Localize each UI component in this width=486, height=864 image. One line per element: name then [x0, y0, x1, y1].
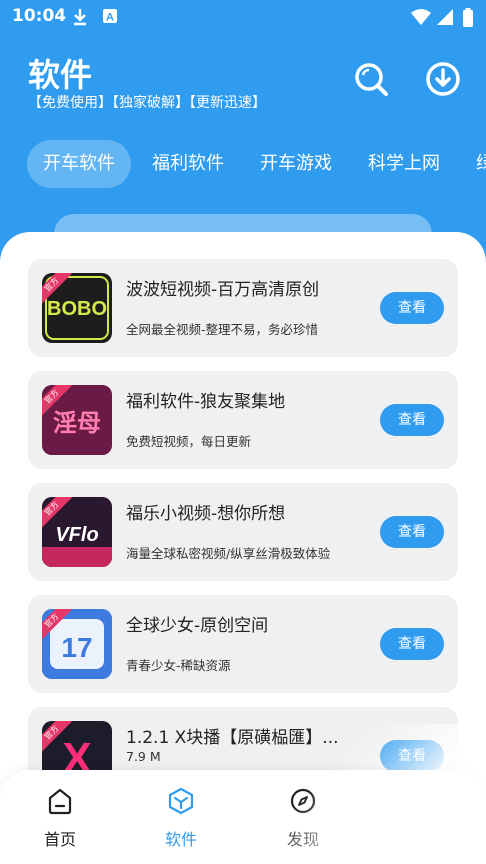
tab-driving-games[interactable]: 开车游戏: [260, 140, 332, 188]
view-button[interactable]: 查看: [380, 628, 444, 660]
tab-vpn[interactable]: 科学上网: [368, 140, 440, 188]
nav-software-label: 软件: [164, 830, 197, 849]
battery-icon: [462, 8, 474, 32]
search-button[interactable]: [352, 60, 390, 98]
tab-driving-apps[interactable]: 开车软件: [27, 140, 131, 188]
svg-text:BOBO: BOBO: [47, 298, 107, 320]
view-button[interactable]: 查看: [380, 404, 444, 436]
tab-welfare-apps[interactable]: 福利软件: [152, 140, 224, 188]
nav-discover-label: 发现: [286, 830, 319, 849]
header: 10:04 A 软件 【免费使用】【独家破解】【更新迅速】 开车软件 福利软件 …: [0, 0, 486, 254]
view-button[interactable]: 查看: [380, 292, 444, 324]
download-icon: [72, 8, 88, 30]
nav-software[interactable]: 软件: [146, 786, 216, 850]
list-item[interactable]: BOBO 官方 波波短视频-百万高清原创 全网最全视频-整理不易，务必珍惜 查看: [28, 259, 458, 357]
page-subtitle: 【免费使用】【独家破解】【更新迅速】: [28, 95, 266, 111]
page-title: 软件: [28, 56, 93, 94]
svg-text:VFlo: VFlo: [55, 524, 98, 546]
list-item[interactable]: VFlo 官方 福乐小视频-想你所想 海量全球私密视频/纵享丝滑极致体验 查看: [28, 483, 458, 581]
signal-icon: [436, 8, 454, 30]
app-name: 福利软件-狼友聚集地: [126, 392, 286, 412]
nav-home-label: 首页: [43, 830, 76, 849]
view-button[interactable]: 查看: [380, 740, 444, 772]
svg-text:A: A: [106, 12, 114, 24]
app-name: 波波短视频-百万高清原创: [126, 280, 320, 300]
compass-icon: [290, 788, 316, 814]
app-description: 海量全球私密视频/纵享丝滑极致体验: [126, 546, 331, 561]
status-bar: 10:04 A: [0, 0, 486, 34]
category-tabs: 开车软件 福利软件 开车游戏 科学上网 绿: [0, 140, 486, 188]
app-size: 7.9 M: [126, 749, 161, 764]
list-item[interactable]: 17 官方 全球少女-原创空间 青春少女-稀缺资源 查看: [28, 595, 458, 693]
view-button[interactable]: 查看: [380, 516, 444, 548]
home-icon: [48, 788, 72, 815]
app-thumbnail: VFlo 官方: [42, 497, 112, 567]
status-time: 10:04: [12, 6, 67, 26]
app-description: 免费短视频，每日更新: [126, 434, 252, 449]
bottom-nav: 首页 软件 发现: [0, 770, 486, 864]
wifi-icon: [410, 8, 432, 30]
list-item[interactable]: 淫母 官方 福利软件-狼友聚集地 免费短视频，每日更新 查看: [28, 371, 458, 469]
download-circle-icon: [426, 62, 460, 96]
tab-more[interactable]: 绿: [476, 140, 486, 188]
search-icon: [355, 63, 388, 96]
app-description: 全网最全视频-整理不易，务必珍惜: [126, 322, 319, 337]
nav-home[interactable]: 首页: [25, 786, 95, 850]
app-name: 1.2.1 X块播【原磺榀匯】...: [126, 728, 339, 748]
nav-discover[interactable]: 发现: [268, 786, 338, 850]
app-thumbnail: 17 官方: [42, 609, 112, 679]
cube-icon: [168, 787, 194, 815]
download-button[interactable]: [424, 60, 462, 98]
svg-text:淫母: 淫母: [53, 409, 101, 437]
svg-text:17: 17: [61, 632, 92, 663]
a-badge-icon: A: [102, 8, 118, 28]
app-thumbnail: 淫母 官方: [42, 385, 112, 455]
app-name: 全球少女-原创空间: [126, 616, 269, 636]
app-name: 福乐小视频-想你所想: [126, 504, 286, 524]
app-description: 青春少女-稀缺资源: [126, 658, 231, 673]
app-thumbnail: BOBO 官方: [42, 273, 112, 343]
